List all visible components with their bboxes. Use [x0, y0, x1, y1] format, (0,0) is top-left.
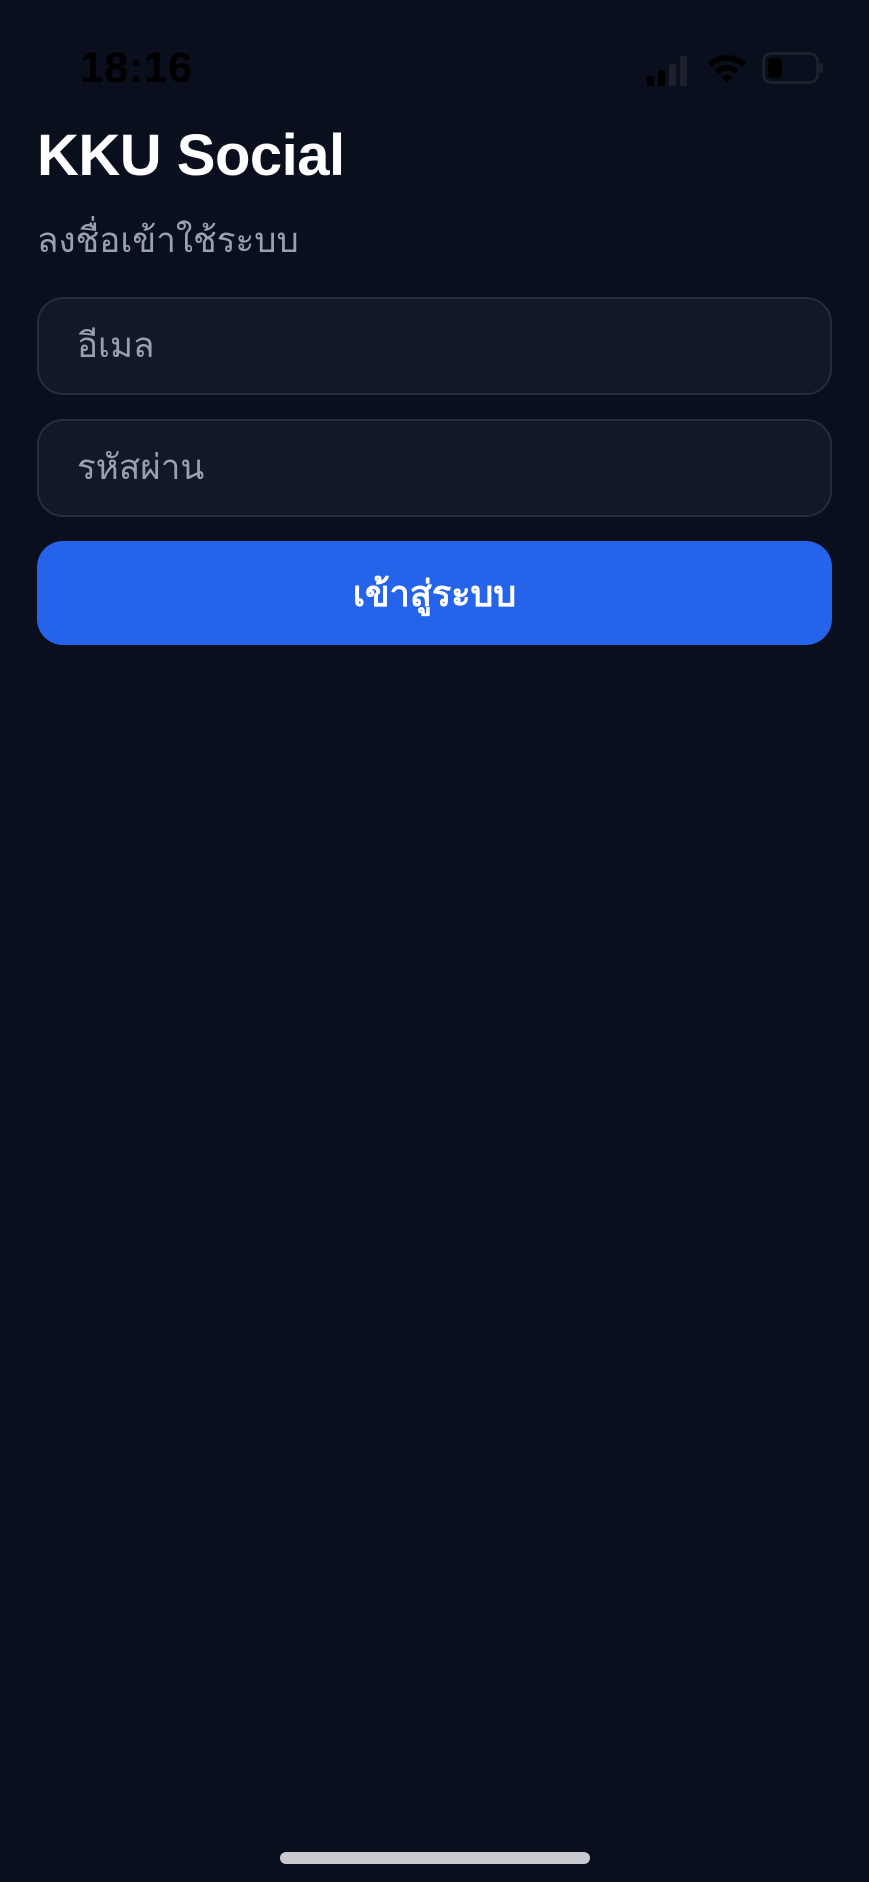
password-field[interactable]: [37, 419, 832, 517]
status-bar: 18:16: [0, 0, 869, 140]
login-button[interactable]: เข้าสู่ระบบ: [37, 541, 832, 645]
battery-icon: [762, 52, 823, 84]
email-field[interactable]: [37, 297, 832, 395]
home-indicator[interactable]: [280, 1852, 590, 1864]
app-title: KKU Social: [37, 123, 345, 188]
login-subtitle: ลงชื่อเข้าใช้ระบบ: [37, 221, 299, 260]
cellular-signal-icon: [647, 56, 687, 86]
status-time: 18:16: [80, 44, 193, 92]
wifi-icon: [708, 55, 746, 83]
